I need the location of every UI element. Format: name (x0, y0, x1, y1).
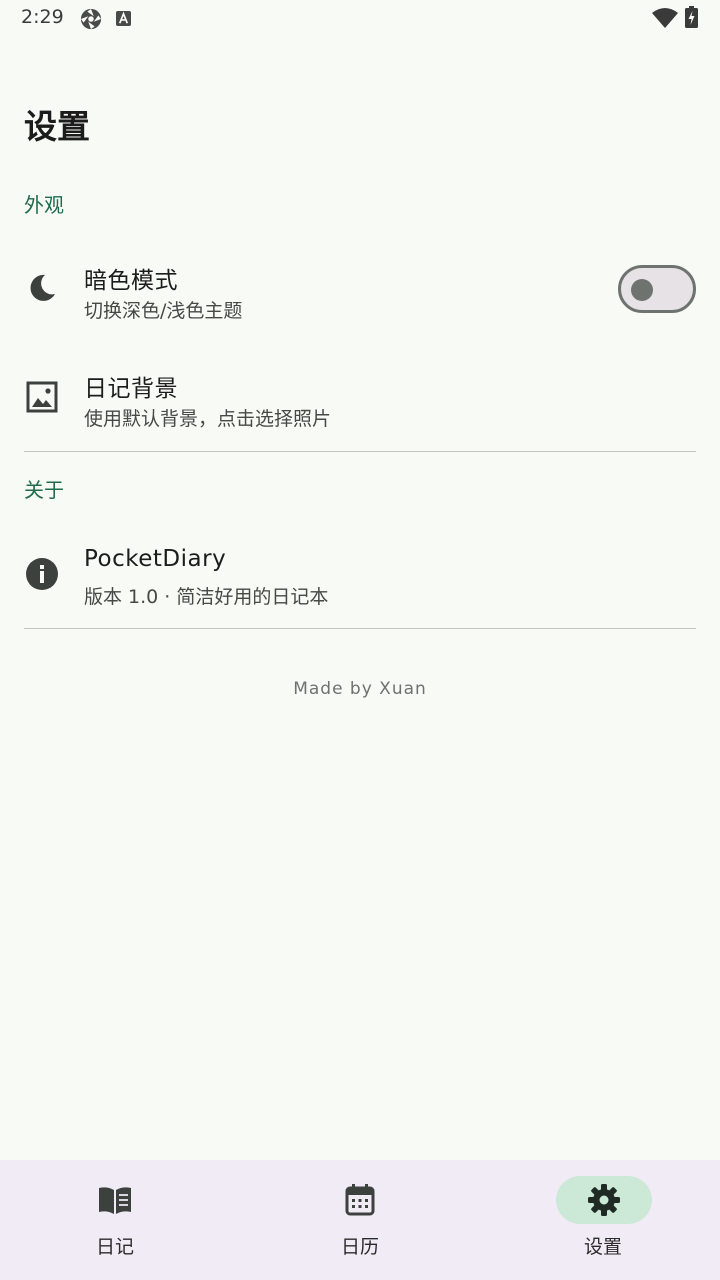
page-title: 设置 (24, 107, 90, 146)
wifi-icon (652, 8, 678, 28)
app-name: PocketDiary (84, 546, 227, 572)
section-header-appearance: 外观 (24, 193, 64, 217)
app-info-row[interactable]: PocketDiary 版本 1.0 · 简洁好用的日记本 (0, 536, 720, 616)
aperture-icon (80, 8, 102, 30)
gear-icon (588, 1184, 620, 1216)
app-version: 版本 1.0 · 简洁好用的日记本 (84, 586, 329, 608)
toggle-knob (631, 279, 653, 301)
font-a-icon (116, 11, 131, 26)
info-icon (26, 558, 58, 590)
diary-background-subtitle: 使用默认背景，点击选择照片 (84, 408, 332, 430)
nav-item-diary[interactable]: 日记 (0, 1160, 240, 1280)
divider (24, 451, 696, 452)
moon-icon (30, 274, 55, 301)
divider (24, 628, 696, 629)
nav-label-calendar: 日历 (340, 1236, 379, 1258)
diary-background-setting[interactable]: 日记背景 使用默认背景，点击选择照片 (0, 360, 720, 436)
nav-label-diary: 日记 (95, 1236, 134, 1258)
nav-item-calendar[interactable]: 日历 (240, 1160, 480, 1280)
diary-background-title: 日记背景 (84, 376, 178, 402)
footer-credit: Made by Xuan (293, 679, 427, 699)
status-time: 2:29 (21, 6, 64, 28)
nav-label-settings: 设置 (583, 1236, 622, 1258)
image-icon (26, 381, 58, 413)
calendar-icon (345, 1184, 375, 1216)
dark-mode-title: 暗色模式 (84, 268, 178, 294)
settings-screen: 2:29 设置 外观 暗色模式 切换深色/浅色主题 日记背景 使用默认背景，点击… (0, 0, 720, 1280)
dark-mode-setting[interactable]: 暗色模式 切换深色/浅色主题 (0, 252, 720, 328)
battery-charging-icon (685, 6, 698, 28)
dark-mode-toggle[interactable] (618, 265, 696, 313)
bottom-navigation: 日记 日历 设置 (0, 1160, 720, 1280)
status-bar: 2:29 (0, 0, 720, 38)
dark-mode-subtitle: 切换深色/浅色主题 (84, 300, 243, 322)
book-icon (99, 1187, 131, 1214)
nav-item-settings[interactable]: 设置 (480, 1160, 720, 1280)
section-header-about: 关于 (24, 478, 64, 502)
